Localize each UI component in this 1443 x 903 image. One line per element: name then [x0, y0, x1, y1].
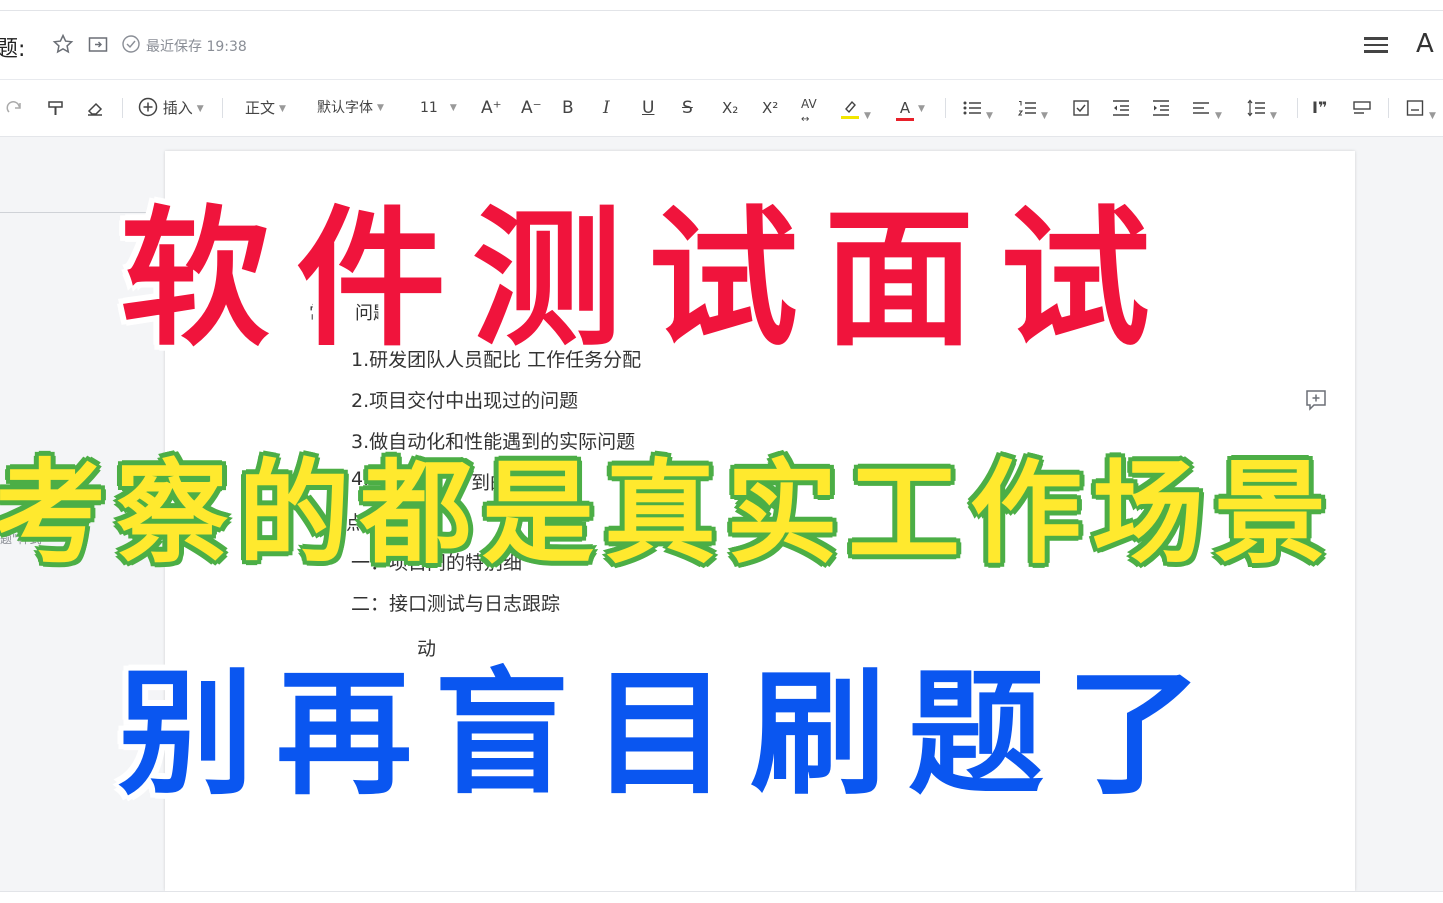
indent-icon: [1153, 100, 1169, 116]
plus-circle-icon: [138, 97, 158, 117]
doc-item-2: 2.项目交付中出现过的问题: [351, 390, 579, 412]
italic-button[interactable]: I: [603, 96, 610, 120]
font-size-select[interactable]: 11 ▼: [420, 96, 457, 120]
menu-icon[interactable]: [1364, 33, 1388, 55]
numbered-list-button[interactable]: ▼: [1017, 96, 1048, 121]
more-insert-button[interactable]: ▼: [1405, 96, 1436, 121]
font-family-select[interactable]: 默认字体 ▼: [317, 96, 384, 120]
superscript-button[interactable]: X²: [762, 96, 778, 120]
numbered-list-icon: [1017, 100, 1036, 116]
saved-check-icon: [120, 33, 142, 55]
bullet-list-button[interactable]: ▼: [962, 96, 993, 121]
eraser-icon[interactable]: [85, 96, 105, 120]
outdent-button[interactable]: [1111, 96, 1131, 120]
font-size-value: 11: [420, 100, 438, 116]
font-decrease-button[interactable]: A⁻: [521, 96, 542, 120]
font-settings-icon[interactable]: A: [1416, 29, 1434, 59]
bottom-strip: [0, 891, 1443, 903]
add-comment-icon[interactable]: [1305, 389, 1326, 411]
insert-label: 插入: [162, 99, 193, 117]
format-painter-icon[interactable]: [46, 96, 66, 120]
subscript-button[interactable]: X₂: [722, 96, 738, 120]
line-spacing-button[interactable]: ▼: [1246, 96, 1277, 121]
indent-button[interactable]: [1151, 96, 1171, 120]
line-spacing-icon: [1247, 99, 1265, 117]
redo-icon[interactable]: [6, 96, 24, 120]
highlight-color-button[interactable]: ▼: [840, 96, 871, 121]
move-folder-icon[interactable]: [87, 33, 109, 55]
outdent-icon: [1113, 100, 1129, 116]
insert-menu[interactable]: 插入 ▼: [138, 96, 204, 120]
bold-button[interactable]: B: [562, 96, 574, 120]
letter-spacing-label: AV: [801, 97, 817, 111]
format-toolbar: 插入 ▼ 正文 ▼ 默认字体 ▼ 11 ▼ A⁺ A⁻ B I U S X₂ X² AV…: [0, 80, 1443, 137]
overlay-title-blue: 别再盲目刷题了: [118, 656, 1224, 814]
font-color-button[interactable]: A ▼: [896, 96, 925, 121]
window-top-strip: [0, 0, 1443, 11]
doc-title-label[interactable]: 题:: [0, 31, 25, 63]
font-color-label: A: [899, 99, 911, 117]
align-button[interactable]: ▼: [1191, 96, 1222, 121]
code-block-icon: [1353, 101, 1371, 114]
title-bar: 题: 最近保存 19:38 A: [0, 11, 1443, 80]
highlighter-icon: [841, 100, 859, 119]
star-icon[interactable]: [52, 33, 74, 55]
bullet-list-icon: [963, 101, 981, 115]
overlay-title-yellow: 考察的都是真实工作场景: [0, 449, 1336, 579]
checklist-button[interactable]: [1071, 96, 1091, 120]
quote-button[interactable]: I❞: [1312, 96, 1327, 120]
strikethrough-button[interactable]: S: [682, 96, 693, 120]
letter-spacing-button[interactable]: AV ↔: [801, 92, 817, 125]
overlay-title-red: 软件测试面试: [120, 193, 1177, 367]
template-icon: [1406, 100, 1424, 116]
doc-sub-2: 二：接口测试与日志跟踪: [351, 593, 561, 615]
paragraph-style-value: 正文: [245, 99, 276, 117]
underline-button[interactable]: U: [642, 96, 654, 120]
checkbox-icon: [1073, 100, 1089, 116]
save-status: 最近保存 19:38: [146, 39, 247, 55]
paragraph-style-select[interactable]: 正文 ▼: [245, 96, 286, 120]
align-left-icon: [1193, 102, 1209, 114]
font-family-value: 默认字体: [317, 100, 373, 116]
font-increase-button[interactable]: A⁺: [481, 96, 502, 120]
code-block-button[interactable]: [1352, 96, 1372, 120]
